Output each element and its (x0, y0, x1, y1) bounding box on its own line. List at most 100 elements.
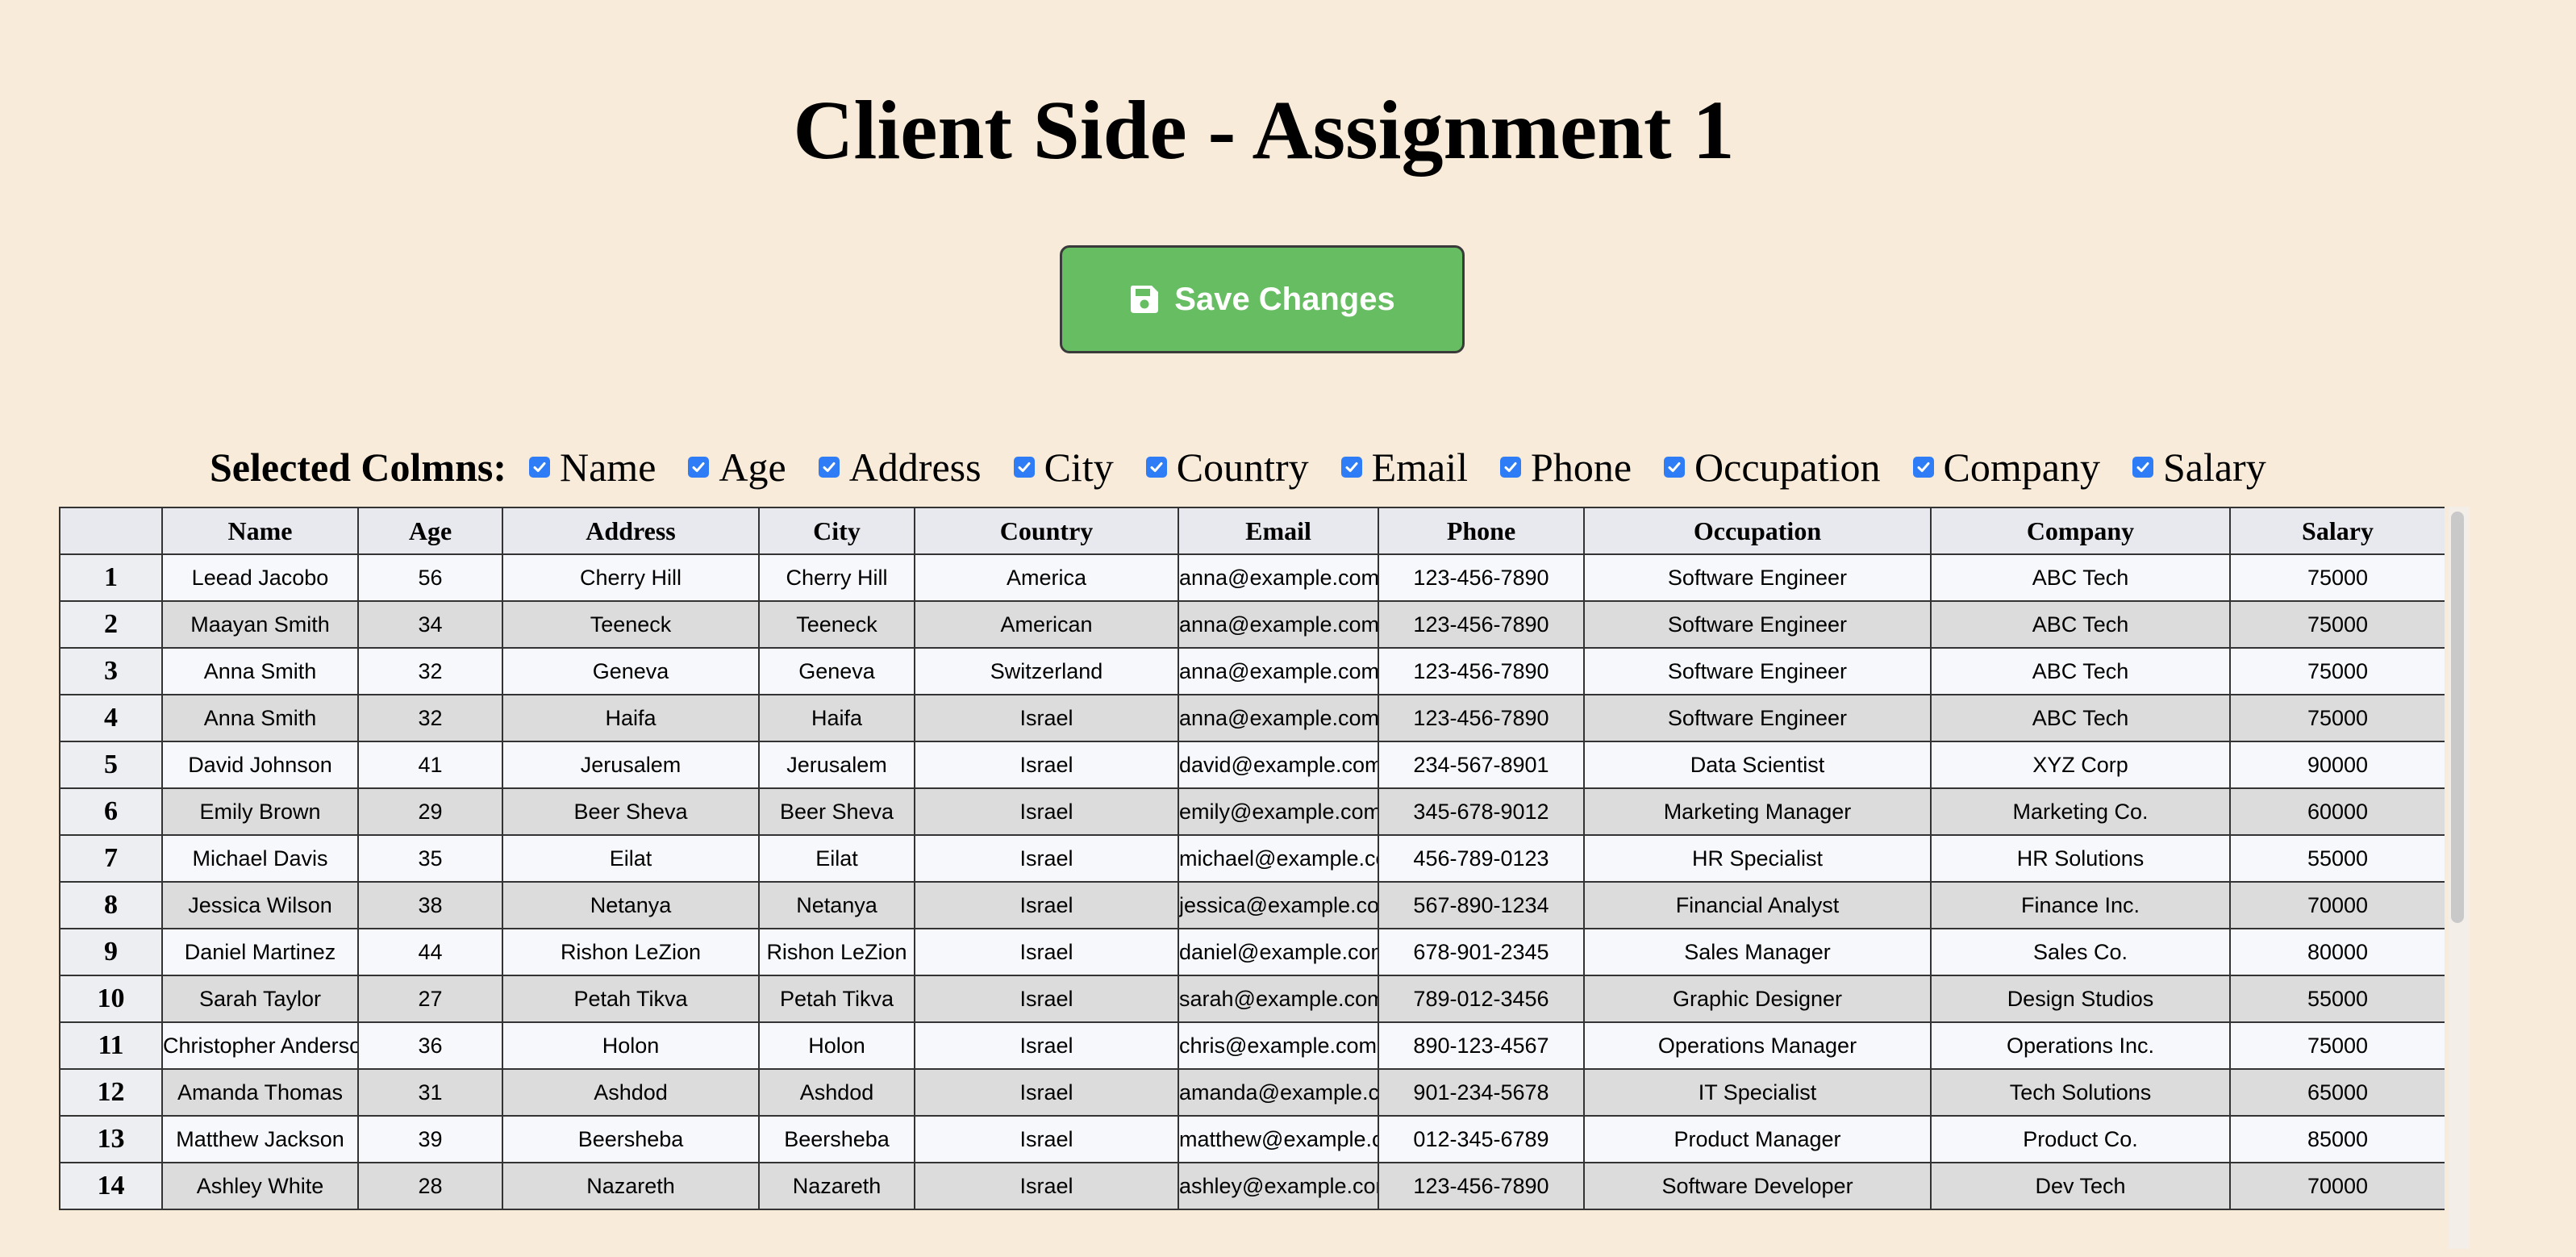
checkbox-checked-icon[interactable] (818, 457, 840, 478)
cell-occupation[interactable]: HR Specialist (1583, 834, 1932, 883)
cell-age[interactable]: 41 (357, 741, 503, 789)
cell-occupation[interactable]: Software Engineer (1583, 600, 1932, 649)
cell-name[interactable]: Anna Smith (161, 647, 359, 695)
cell-name[interactable]: Jessica Wilson (161, 881, 359, 929)
cell-country[interactable]: Israel (914, 975, 1179, 1023)
cell-occupation[interactable]: Software Developer (1583, 1162, 1932, 1210)
cell-address[interactable]: Rishon LeZion (502, 928, 760, 976)
cell-country[interactable]: Israel (914, 787, 1179, 836)
column-toggle-occupation[interactable]: Occupation (1654, 444, 1881, 491)
cell-country[interactable]: Israel (914, 694, 1179, 742)
column-toggle-phone[interactable]: Phone (1490, 444, 1632, 491)
cell-email[interactable]: anna@example.com (1178, 647, 1379, 695)
cell-salary[interactable]: 75000 (2229, 1021, 2445, 1070)
cell-address[interactable]: Jerusalem (502, 741, 760, 789)
cell-address[interactable]: Geneva (502, 647, 760, 695)
cell-age[interactable]: 44 (357, 928, 503, 976)
cell-company[interactable]: Tech Solutions (1930, 1068, 2231, 1117)
column-header-email[interactable]: Email (1178, 507, 1379, 555)
cell-address[interactable]: Holon (502, 1021, 760, 1070)
cell-phone[interactable]: 123-456-7890 (1378, 600, 1585, 649)
column-header-address[interactable]: Address (502, 507, 760, 555)
scrollbar-thumb[interactable] (2451, 512, 2464, 923)
cell-country[interactable]: Israel (914, 928, 1179, 976)
cell-email[interactable]: sarah@example.com (1178, 975, 1379, 1023)
checkbox-checked-icon[interactable] (1013, 457, 1035, 478)
cell-company[interactable]: Operations Inc. (1930, 1021, 2231, 1070)
column-header-salary[interactable]: Salary (2229, 507, 2445, 555)
cell-phone[interactable]: 234-567-8901 (1378, 741, 1585, 789)
column-toggle-company[interactable]: Company (1903, 444, 2100, 491)
cell-salary[interactable]: 75000 (2229, 647, 2445, 695)
save-changes-button[interactable]: Save Changes (1060, 245, 1465, 353)
column-header-company[interactable]: Company (1930, 507, 2231, 555)
cell-name[interactable]: Emily Brown (161, 787, 359, 836)
cell-address[interactable]: Petah Tikva (502, 975, 760, 1023)
cell-occupation[interactable]: Financial Analyst (1583, 881, 1932, 929)
cell-occupation[interactable]: Product Manager (1583, 1115, 1932, 1163)
column-toggle-name[interactable]: Name (519, 444, 656, 491)
cell-age[interactable]: 29 (357, 787, 503, 836)
cell-name[interactable]: Ashley White (161, 1162, 359, 1210)
cell-address[interactable]: Beer Sheva (502, 787, 760, 836)
checkbox-checked-icon[interactable] (2132, 457, 2153, 478)
cell-company[interactable]: ABC Tech (1930, 647, 2231, 695)
cell-salary[interactable]: 75000 (2229, 553, 2445, 602)
cell-age[interactable]: 35 (357, 834, 503, 883)
cell-country[interactable]: Israel (914, 881, 1179, 929)
cell-name[interactable]: David Johnson (161, 741, 359, 789)
cell-salary[interactable]: 75000 (2229, 600, 2445, 649)
cell-city[interactable]: Haifa (758, 694, 915, 742)
checkbox-checked-icon[interactable] (529, 457, 550, 478)
cell-salary[interactable]: 75000 (2229, 694, 2445, 742)
column-header-city[interactable]: City (758, 507, 915, 555)
cell-email[interactable]: emily@example.com (1178, 787, 1379, 836)
cell-company[interactable]: Product Co. (1930, 1115, 2231, 1163)
cell-age[interactable]: 39 (357, 1115, 503, 1163)
cell-name[interactable]: Michael Davis (161, 834, 359, 883)
cell-salary[interactable]: 60000 (2229, 787, 2445, 836)
cell-name[interactable]: Amanda Thomas (161, 1068, 359, 1117)
cell-address[interactable]: Netanya (502, 881, 760, 929)
cell-city[interactable]: Netanya (758, 881, 915, 929)
cell-city[interactable]: Petah Tikva (758, 975, 915, 1023)
cell-salary[interactable]: 70000 (2229, 1162, 2445, 1210)
cell-country[interactable]: Israel (914, 1162, 1179, 1210)
cell-name[interactable]: Leead Jacobo (161, 553, 359, 602)
cell-occupation[interactable]: Software Engineer (1583, 694, 1932, 742)
cell-occupation[interactable]: Software Engineer (1583, 553, 1932, 602)
cell-phone[interactable]: 890-123-4567 (1378, 1021, 1585, 1070)
cell-city[interactable]: Holon (758, 1021, 915, 1070)
column-toggle-country[interactable]: Country (1136, 444, 1309, 491)
cell-address[interactable]: Ashdod (502, 1068, 760, 1117)
cell-company[interactable]: Design Studios (1930, 975, 2231, 1023)
cell-city[interactable]: Beersheba (758, 1115, 915, 1163)
cell-email[interactable]: anna@example.com (1178, 600, 1379, 649)
cell-age[interactable]: 28 (357, 1162, 503, 1210)
column-toggle-address[interactable]: Address (809, 444, 982, 491)
cell-occupation[interactable]: Operations Manager (1583, 1021, 1932, 1070)
cell-address[interactable]: Eilat (502, 834, 760, 883)
cell-address[interactable]: Teeneck (502, 600, 760, 649)
cell-age[interactable]: 32 (357, 694, 503, 742)
cell-country[interactable]: American (914, 600, 1179, 649)
cell-phone[interactable]: 345-678-9012 (1378, 787, 1585, 836)
checkbox-checked-icon[interactable] (1500, 457, 1522, 478)
cell-country[interactable]: Israel (914, 1115, 1179, 1163)
checkbox-checked-icon[interactable] (1145, 457, 1167, 478)
cell-company[interactable]: XYZ Corp (1930, 741, 2231, 789)
cell-company[interactable]: Sales Co. (1930, 928, 2231, 976)
cell-city[interactable]: Eilat (758, 834, 915, 883)
cell-city[interactable]: Geneva (758, 647, 915, 695)
cell-address[interactable]: Beersheba (502, 1115, 760, 1163)
cell-phone[interactable]: 123-456-7890 (1378, 553, 1585, 602)
checkbox-checked-icon[interactable] (688, 457, 710, 478)
cell-company[interactable]: Finance Inc. (1930, 881, 2231, 929)
cell-company[interactable]: ABC Tech (1930, 694, 2231, 742)
column-header-name[interactable]: Name (161, 507, 359, 555)
cell-country[interactable]: Israel (914, 1068, 1179, 1117)
cell-salary[interactable]: 55000 (2229, 834, 2445, 883)
cell-company[interactable]: Dev Tech (1930, 1162, 2231, 1210)
cell-company[interactable]: ABC Tech (1930, 553, 2231, 602)
column-header-age[interactable]: Age (357, 507, 503, 555)
